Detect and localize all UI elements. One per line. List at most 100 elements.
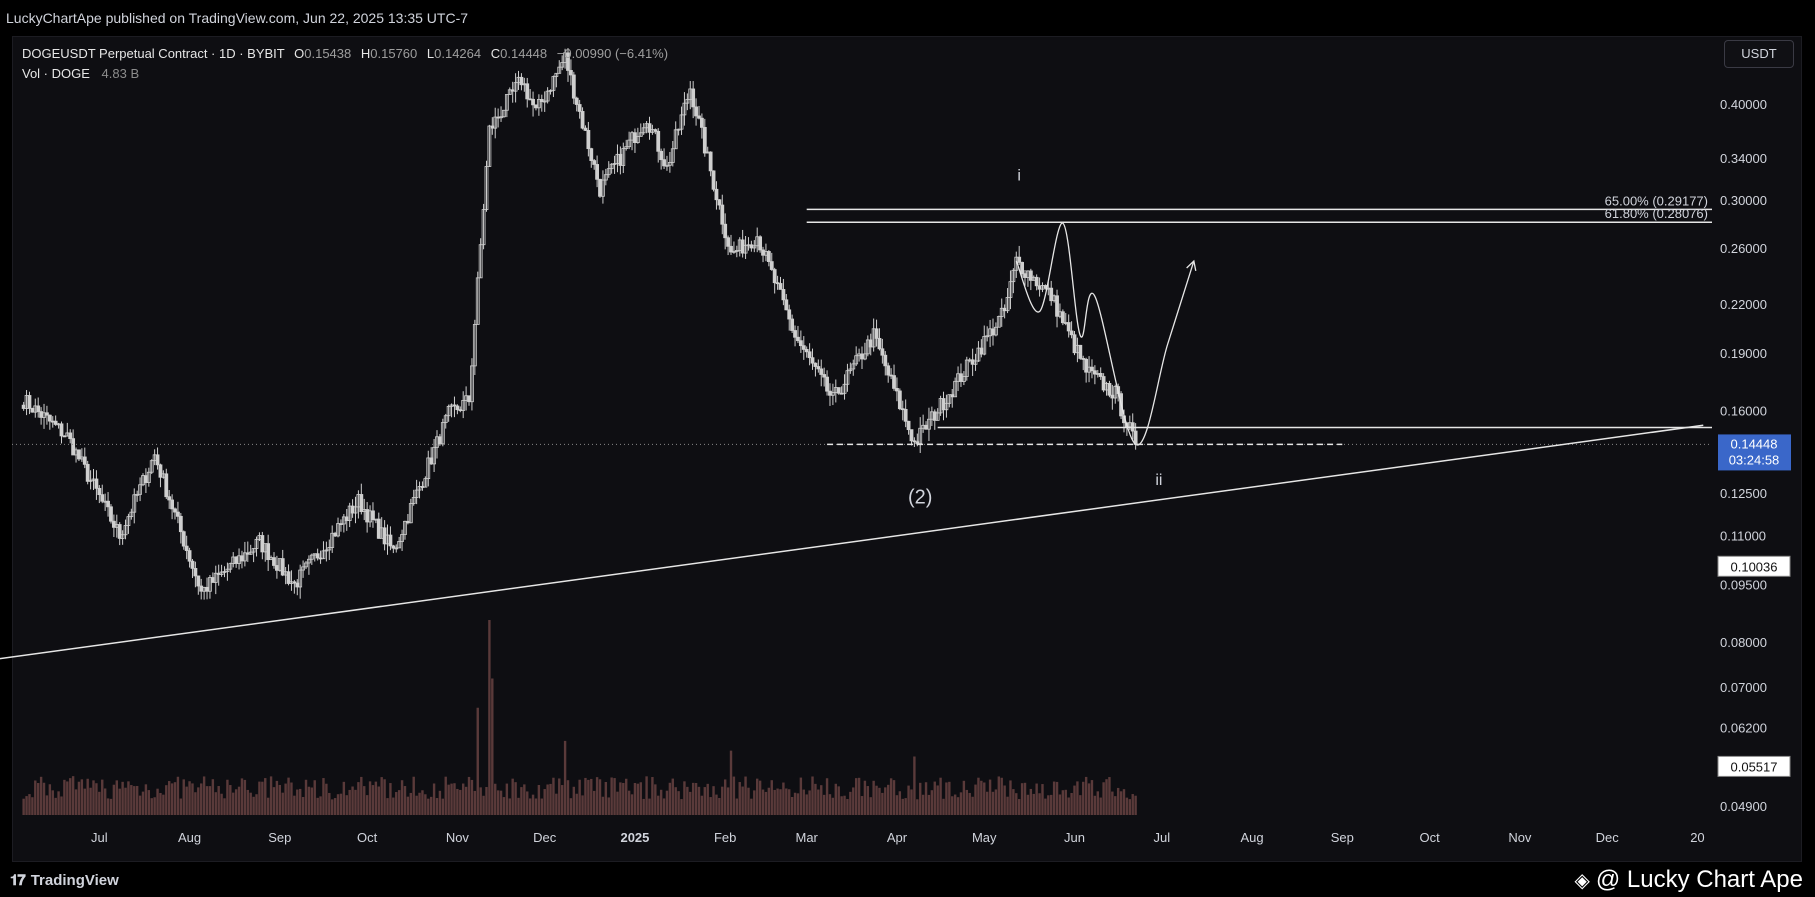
volume-bar bbox=[927, 794, 931, 815]
volume-bar bbox=[1102, 782, 1105, 815]
volume-bar bbox=[499, 790, 503, 815]
candle-body bbox=[272, 557, 276, 566]
volume-bar bbox=[491, 678, 494, 815]
x-tick-label: 2025 bbox=[620, 830, 649, 845]
volume-bar bbox=[138, 795, 142, 815]
y-tick-label: 0.26000 bbox=[1720, 241, 1767, 256]
volume-bar bbox=[392, 797, 395, 815]
candle-body bbox=[892, 375, 896, 389]
volume-bar bbox=[1128, 799, 1132, 815]
volume-bar bbox=[828, 794, 832, 815]
candle-body bbox=[1020, 261, 1025, 275]
volume-bar bbox=[412, 776, 415, 815]
volume-bar bbox=[758, 780, 762, 815]
candle-body bbox=[82, 456, 87, 465]
candle-body bbox=[699, 117, 704, 128]
volume-bar bbox=[793, 792, 797, 815]
volume-bar bbox=[424, 794, 427, 815]
volume-bar bbox=[229, 785, 232, 815]
candle-body bbox=[766, 251, 771, 262]
volume-bar bbox=[240, 778, 244, 815]
volume-bar bbox=[191, 783, 194, 815]
volume-bar bbox=[584, 777, 587, 815]
candle-body bbox=[589, 148, 594, 161]
volume-bar bbox=[939, 777, 942, 815]
volume-bar bbox=[71, 776, 75, 815]
x-tick-label: Aug bbox=[178, 830, 201, 845]
volume-bar bbox=[208, 786, 212, 815]
volume-bar bbox=[150, 798, 153, 815]
volume-bar bbox=[901, 798, 904, 815]
volume-bar bbox=[761, 789, 765, 815]
open-label: O bbox=[294, 46, 305, 61]
volume-bar bbox=[854, 778, 858, 815]
volume-bar bbox=[496, 790, 500, 815]
candle-body bbox=[723, 223, 728, 239]
volume-bar bbox=[92, 780, 95, 815]
current-price-value: 0.14448 bbox=[1731, 436, 1778, 451]
volume-bar bbox=[953, 794, 957, 815]
volume-bar bbox=[945, 782, 948, 815]
candle-body bbox=[656, 130, 661, 152]
volume-bar bbox=[211, 779, 215, 815]
volume-bar bbox=[1020, 783, 1024, 815]
volume-bar bbox=[214, 792, 217, 815]
volume-bar bbox=[80, 779, 84, 815]
candle-body bbox=[27, 395, 32, 409]
volume-bar bbox=[718, 797, 721, 815]
candle-body bbox=[1090, 366, 1094, 372]
volume-bar bbox=[659, 789, 663, 815]
volume-bar bbox=[109, 798, 113, 815]
candle-body bbox=[796, 336, 800, 342]
volume-bar bbox=[607, 797, 610, 815]
symbol-description[interactable]: DOGEUSDT Perpetual Contract · 1D · BYBIT bbox=[22, 46, 285, 61]
x-tick-label: Sep bbox=[1331, 830, 1354, 845]
volume-bar bbox=[165, 785, 168, 815]
volume-bar bbox=[441, 798, 445, 815]
volume-bar bbox=[869, 797, 872, 815]
volume-bar bbox=[255, 794, 258, 815]
candle-body bbox=[874, 328, 879, 339]
volume-bar bbox=[517, 797, 520, 815]
volume-bar bbox=[147, 790, 151, 815]
candle-body bbox=[577, 104, 582, 112]
volume-bar bbox=[514, 782, 517, 815]
volume-bar bbox=[991, 791, 995, 815]
candle-body bbox=[36, 405, 41, 412]
price-chart[interactable]: 0.40000 0.34000 0.30000 0.26000 0.22000 0.190… bbox=[0, 0, 1815, 897]
volume-bar bbox=[613, 778, 616, 815]
volume-bar bbox=[1076, 781, 1079, 815]
volume-bar bbox=[348, 789, 351, 815]
volume-bar bbox=[817, 789, 820, 815]
volume-bar bbox=[1090, 780, 1094, 815]
volume-bar bbox=[884, 787, 887, 815]
candle-body bbox=[595, 164, 600, 180]
diamond-icon: ◈ bbox=[1574, 870, 1590, 892]
candle-body bbox=[691, 88, 696, 108]
volume-bar bbox=[665, 790, 669, 815]
volume-label[interactable]: Vol · DOGE bbox=[22, 66, 90, 81]
volume-bar bbox=[825, 778, 829, 815]
brand-name: TradingView bbox=[30, 872, 119, 889]
volume-bar bbox=[377, 786, 380, 815]
volume-bar bbox=[697, 786, 701, 815]
volume-bar bbox=[1023, 782, 1027, 815]
tradingview-brand[interactable]: 𝟏𝟕 TradingView bbox=[10, 872, 119, 889]
volume-bar bbox=[741, 786, 744, 815]
volume-bar bbox=[290, 782, 293, 815]
volume-bar bbox=[1032, 793, 1035, 815]
volume-bar bbox=[563, 740, 567, 815]
candle-body bbox=[1069, 330, 1074, 336]
x-tick-label: Sep bbox=[268, 830, 291, 845]
volume-bar bbox=[403, 786, 407, 815]
volume-bar bbox=[281, 792, 284, 815]
volume-bar bbox=[28, 794, 31, 815]
volume-bar bbox=[365, 795, 369, 815]
volume-bar bbox=[1012, 789, 1015, 815]
volume-bar bbox=[805, 794, 808, 815]
volume-bar bbox=[648, 798, 651, 815]
currency-button[interactable]: USDT bbox=[1724, 40, 1794, 68]
candle-body bbox=[790, 318, 795, 331]
volume-bar bbox=[881, 792, 884, 815]
candle-body bbox=[574, 97, 579, 105]
